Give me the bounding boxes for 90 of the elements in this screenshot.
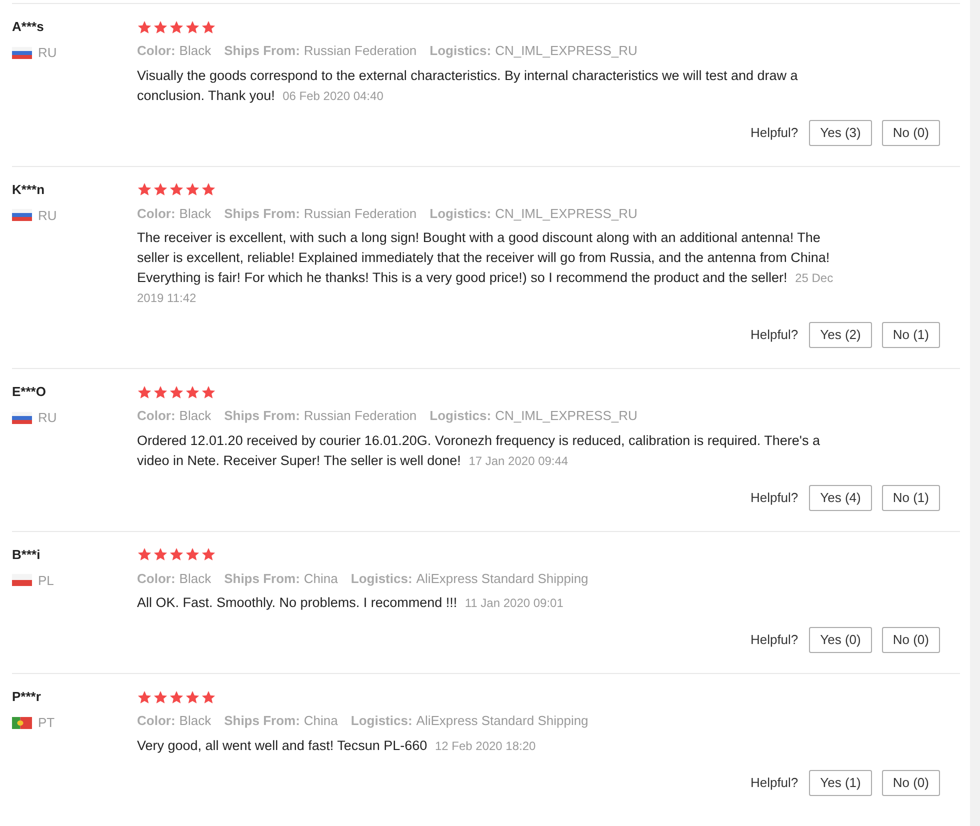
- no-button[interactable]: No (0): [882, 627, 940, 653]
- star-icon: [201, 384, 216, 400]
- country-code: RU: [38, 409, 57, 427]
- star-icon: [153, 384, 168, 400]
- attribute-value: CN_IML_EXPRESS_RU: [495, 42, 638, 60]
- star-icon: [185, 20, 200, 34]
- attribute-value: China: [304, 712, 338, 730]
- star-icon: [137, 384, 152, 400]
- star-icon: [137, 20, 152, 34]
- attribute-value: Black: [179, 570, 212, 588]
- reviewer-name: P***r: [12, 688, 42, 706]
- yes-button[interactable]: Yes (0): [809, 627, 872, 653]
- attribute-label: Logistics:: [350, 570, 412, 588]
- attribute-value: AliExpress Standard Shipping: [416, 570, 588, 588]
- star-icon: [169, 690, 184, 704]
- attribute-label: Color:: [137, 42, 176, 60]
- attribute-label: Ships From:: [224, 570, 300, 588]
- attribute-value: Russian Federation: [304, 407, 417, 425]
- attribute-value: CN_IML_EXPRESS_RU: [495, 204, 638, 223]
- review-text: The receiver is excellent, with such a long sign! Bought with a good discount along with an additional antenna! The seller is excellent, reliable! Explained immediately that the receiver will go from Russia, and the antenna from China! Everything is fair! For which he thanks! This is a very good price!) so I recommend the product and the seller! 25 Dec 2019 11:42: [137, 229, 834, 307]
- attribute-label: Color:: [137, 204, 176, 222]
- attribute-label: Ships From:: [224, 42, 300, 60]
- attribute-value: AliExpress Standard Shipping: [416, 712, 588, 730]
- helpful-label: Helpful?: [750, 631, 798, 650]
- attribute-value: Russian Federation: [304, 204, 417, 222]
- star-icon: [153, 547, 168, 562]
- no-button[interactable]: No (0): [882, 770, 940, 796]
- yes-button[interactable]: Yes (1): [809, 770, 872, 796]
- reviewer-name: A***s: [12, 18, 45, 36]
- flag-icon: [12, 46, 32, 59]
- star-icon: [201, 690, 216, 704]
- star-icon: [185, 182, 200, 197]
- no-button[interactable]: No (0): [882, 120, 940, 146]
- yes-button[interactable]: Yes (4): [809, 484, 872, 510]
- attribute-label: Color:: [137, 570, 176, 588]
- star-icon: [153, 182, 168, 197]
- helpful-label: Helpful?: [750, 774, 798, 792]
- reviewer-name: B***i: [12, 546, 42, 564]
- star-icon: [137, 547, 152, 562]
- attribute-label: Color:: [137, 407, 176, 425]
- attribute-value: Black: [179, 712, 212, 730]
- star-icon: [169, 384, 184, 400]
- attribute-label: Logistics:: [350, 712, 412, 730]
- star-icon: [201, 182, 216, 197]
- star-icon: [153, 690, 168, 704]
- attribute-value: CN_IML_EXPRESS_RU: [495, 407, 638, 425]
- star-icon: [185, 690, 200, 704]
- reviewer-name: E***O: [12, 383, 47, 401]
- helpful-label: Helpful?: [750, 124, 798, 142]
- country-code: RU: [38, 206, 57, 224]
- country-code: PL: [38, 572, 54, 590]
- attribute-label: Logistics:: [430, 407, 492, 425]
- flag-icon: [12, 412, 32, 424]
- no-button[interactable]: No (1): [882, 484, 940, 510]
- star-icon: [153, 20, 168, 34]
- review-text: All OK. Fast. Smoothly. No problems. I recommend !!! 11 Jan 2020 09:01: [137, 594, 564, 612]
- star-icon: [201, 20, 216, 34]
- attribute-label: Logistics:: [430, 204, 492, 223]
- review-text: Visually the goods correspond to the external characteristics. By internal characteristics we will test and draw a conclusion. Thank you! 06 Feb 2020 04:40: [137, 66, 799, 105]
- helpful-label: Helpful?: [750, 326, 798, 344]
- star-icon: [169, 547, 184, 562]
- attribute-label: Logistics:: [430, 42, 492, 60]
- flag-icon: [12, 716, 32, 729]
- country-code: RU: [38, 44, 57, 62]
- yes-button[interactable]: Yes (3): [809, 120, 872, 146]
- star-icon: [169, 182, 184, 197]
- country-code: PT: [38, 714, 55, 732]
- review-text: Very good, all went well and fast! Tecsun PL-660 12 Feb 2020 18:20: [137, 736, 537, 755]
- attribute-value: Black: [179, 407, 212, 425]
- helpful-label: Helpful?: [750, 488, 798, 507]
- no-button[interactable]: No (1): [882, 322, 940, 348]
- reviewer-name: K***n: [12, 180, 46, 198]
- attribute-label: Color:: [137, 712, 176, 730]
- star-icon: [185, 547, 200, 562]
- flag-icon: [12, 574, 32, 586]
- star-icon: [137, 182, 152, 197]
- attribute-value: Black: [179, 42, 212, 60]
- attribute-value: Black: [179, 204, 212, 222]
- star-icon: [185, 384, 200, 400]
- star-icon: [137, 690, 152, 704]
- attribute-label: Ships From:: [224, 204, 300, 223]
- star-icon: [169, 20, 184, 34]
- attribute-value: Russian Federation: [304, 42, 417, 60]
- flag-icon: [12, 209, 32, 222]
- attribute-value: China: [304, 570, 338, 588]
- star-icon: [201, 547, 216, 562]
- attribute-label: Ships From:: [224, 407, 300, 425]
- attribute-label: Ships From:: [224, 712, 300, 730]
- yes-button[interactable]: Yes (2): [809, 322, 872, 348]
- review-text: Ordered 12.01.20 received by courier 16.01.20G. Voronezh frequency is reduced, calibration is required. There's a video in Nete. Receiver Super! The seller is well done! 17 Jan 2020 09:44: [137, 432, 821, 470]
